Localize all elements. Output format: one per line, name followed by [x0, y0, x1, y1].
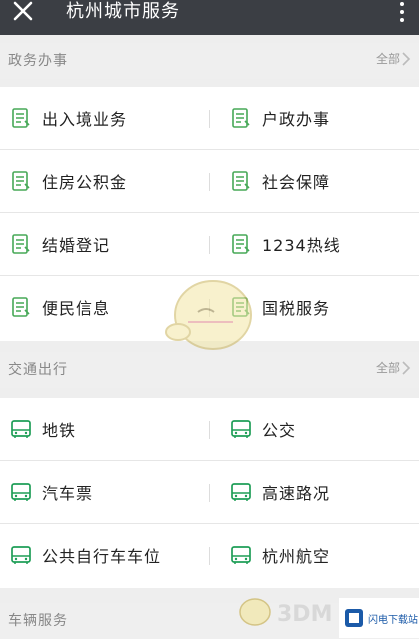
document-list-icon	[232, 108, 250, 128]
bus-icon	[231, 483, 251, 501]
view-all-button[interactable]: 全部	[376, 50, 411, 67]
document-list-icon	[12, 297, 30, 317]
document-list-icon	[232, 234, 250, 254]
divider	[209, 110, 210, 128]
service-label: 户政办事	[262, 110, 331, 129]
service-item-airline[interactable]: 杭州航空	[230, 524, 410, 586]
service-label: 社会保障	[262, 173, 331, 192]
divider	[209, 173, 210, 191]
service-item-hotline[interactable]: 1234热线	[230, 213, 410, 275]
section-header-gov: 政务办事 全部	[0, 43, 419, 79]
grid-row: 住房公积金 社会保障	[0, 150, 419, 213]
mascot-watermark	[165, 280, 252, 350]
service-item-metro[interactable]: 地铁	[10, 398, 200, 460]
bus-icon	[231, 420, 251, 438]
service-label: 便民信息	[42, 299, 111, 318]
service-label: 公共自行车车位	[42, 547, 162, 566]
service-label: 高速路况	[262, 484, 331, 503]
divider	[209, 421, 210, 439]
document-list-icon	[12, 234, 30, 254]
service-label: 汽车票	[42, 484, 94, 503]
page-title: 杭州城市服务	[66, 1, 180, 22]
view-all-label: 全部	[375, 361, 400, 375]
grid-row: 出入境业务 户政办事	[0, 87, 419, 150]
grid-row: 汽车票 高速路况	[0, 461, 419, 524]
3dm-watermark: 3DM	[235, 590, 345, 638]
service-item-housing-fund[interactable]: 住房公积金	[10, 150, 200, 212]
section-title: 车辆服务	[8, 613, 68, 629]
service-label: 杭州航空	[262, 547, 331, 566]
traffic-service-grid: 地铁 公交 汽车票 高速路况 公共自行车车位 杭州航空	[0, 398, 419, 588]
divider	[209, 484, 210, 502]
document-list-icon	[12, 108, 30, 128]
close-icon[interactable]	[8, 0, 38, 26]
service-label: 地铁	[42, 421, 77, 440]
cube-icon	[345, 609, 363, 627]
more-vertical-icon[interactable]	[398, 0, 406, 24]
view-all-label: 全部	[375, 52, 400, 66]
top-bar: 杭州城市服务	[0, 0, 419, 35]
chevron-right-icon	[402, 51, 411, 66]
section-title: 政务办事	[8, 53, 68, 69]
grid-row: 结婚登记 1234热线	[0, 213, 419, 276]
document-list-icon	[232, 171, 250, 191]
divider	[209, 236, 210, 254]
document-list-icon	[12, 171, 30, 191]
service-item-highway[interactable]: 高速路况	[230, 461, 410, 523]
service-label: 结婚登记	[42, 236, 111, 255]
service-item-exit-entry[interactable]: 出入境业务	[10, 87, 200, 149]
service-label: 公交	[262, 421, 297, 440]
service-label: 国税服务	[262, 299, 331, 318]
service-item-bike-dock[interactable]: 公共自行车车位	[10, 524, 200, 586]
bus-icon	[11, 420, 31, 438]
service-item-marriage[interactable]: 结婚登记	[10, 213, 200, 275]
site-name: 闪电下载站	[368, 614, 418, 626]
chevron-right-icon	[402, 360, 411, 375]
service-item-bus[interactable]: 公交	[230, 398, 410, 460]
service-item-coach-ticket[interactable]: 汽车票	[10, 461, 200, 523]
service-label: 1234热线	[262, 236, 341, 255]
view-all-button[interactable]: 全部	[376, 359, 411, 376]
service-item-household[interactable]: 户政办事	[230, 87, 410, 149]
grid-row: 公共自行车车位 杭州航空	[0, 524, 419, 586]
bus-icon	[231, 546, 251, 564]
mascot-icon	[239, 598, 271, 626]
section-title: 交通出行	[8, 362, 68, 378]
grid-row: 地铁 公交	[0, 398, 419, 461]
divider	[209, 547, 210, 565]
service-label: 出入境业务	[42, 110, 128, 129]
site-logo: 闪电下载站	[339, 598, 419, 638]
bus-icon	[11, 546, 31, 564]
service-item-social-security[interactable]: 社会保障	[230, 150, 410, 212]
service-label: 住房公积金	[42, 173, 128, 192]
watermark-text: 3DM	[277, 602, 333, 627]
bus-icon	[11, 483, 31, 501]
